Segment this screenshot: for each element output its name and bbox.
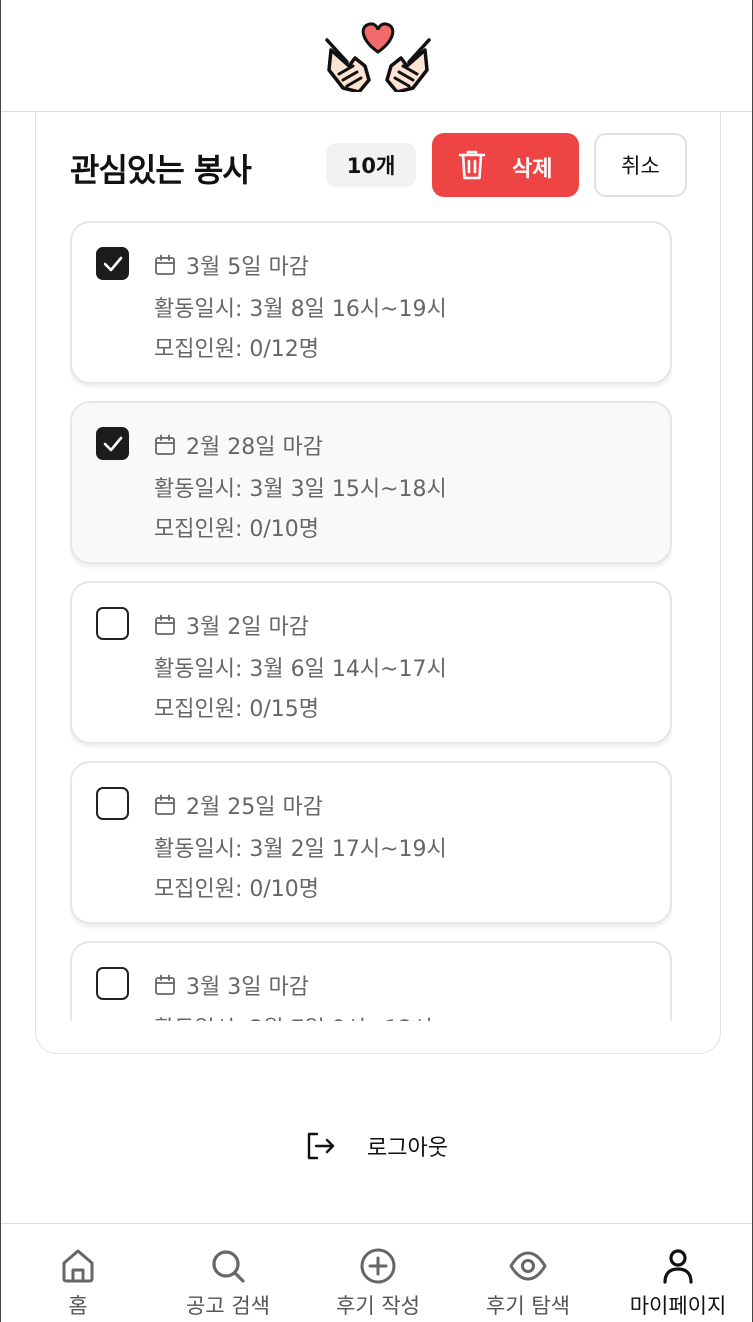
deadline-row: 2월 25일 마감 <box>154 789 323 821</box>
nav-label: 홈 <box>68 1294 88 1318</box>
deadline-text: 3월 5일 마감 <box>186 255 309 280</box>
nav-label: 후기 작성 <box>336 1294 420 1318</box>
nav-item-browse-reviews[interactable]: 후기 탐색 <box>453 1246 603 1320</box>
item-checkbox[interactable] <box>96 967 129 1000</box>
activity-date-text: 활동일시: 3월 2일 17시~19시 <box>154 837 447 862</box>
nav-item-mypage[interactable]: 마이페이지 <box>603 1246 752 1320</box>
recruit-count-text: 모집인원: 0/15명 <box>154 697 320 722</box>
list-item[interactable]: 3월 2일 마감 활동일시: 3월 6일 14시~17시 모집인원: 0/15명 <box>70 581 672 744</box>
count-badge: 10개 <box>326 143 416 187</box>
recruit-count-text: 모집인원: 0/12명 <box>154 337 320 362</box>
calendar-icon <box>155 434 175 455</box>
deadline-row: 3월 3일 마감 <box>154 969 309 1001</box>
item-checkbox[interactable] <box>96 247 129 280</box>
list-item[interactable]: 3월 5일 마감 활동일시: 3월 8일 16시~19시 모집인원: 0/12명 <box>70 221 672 384</box>
deadline-text: 2월 25일 마감 <box>186 795 323 820</box>
user-icon <box>663 1249 693 1284</box>
deadline-text: 2월 28일 마감 <box>186 435 323 460</box>
nav-label: 공고 검색 <box>186 1294 270 1318</box>
app-frame: 관심있는 봉사 10개 삭제 취소 3월 5일 마감 활동일시: 3월 8일 1… <box>0 0 753 1322</box>
check-icon <box>103 256 122 271</box>
delete-label: 삭제 <box>512 157 553 182</box>
nav-item-search[interactable]: 공고 검색 <box>153 1246 303 1320</box>
list-item[interactable]: 3월 3일 마감 활동일시: 3월 7일 9시~12시 <box>70 941 672 1021</box>
deadline-text: 3월 3일 마감 <box>186 975 309 1000</box>
list-item[interactable]: 2월 25일 마감 활동일시: 3월 2일 17시~19시 모집인원: 0/10… <box>70 761 672 924</box>
logout-button[interactable]: 로그아웃 <box>305 1128 448 1164</box>
nav-item-home[interactable]: 홈 <box>3 1246 153 1320</box>
deadline-text: 3월 2일 마감 <box>186 615 309 640</box>
logout-icon <box>307 1132 335 1160</box>
recruit-count-text: 모집인원: 0/10명 <box>154 877 320 902</box>
activity-date-text: 활동일시: 3월 3일 15시~18시 <box>154 477 447 502</box>
deadline-row: 3월 5일 마감 <box>154 249 309 281</box>
item-checkbox[interactable] <box>96 787 129 820</box>
search-icon <box>212 1250 245 1283</box>
activity-date-text: 활동일시: 3월 8일 16시~19시 <box>154 297 447 322</box>
logout-label: 로그아웃 <box>367 1136 448 1161</box>
check-icon <box>103 436 122 451</box>
recruit-count-text: 모집인원: 0/10명 <box>154 517 320 542</box>
item-checkbox[interactable] <box>96 607 129 640</box>
header <box>1 0 752 112</box>
activity-date-text: 활동일시: 3월 7일 9시~12시 <box>154 1011 433 1021</box>
calendar-icon <box>155 614 175 635</box>
trash-icon <box>458 150 486 180</box>
plus-circle-icon <box>360 1248 396 1284</box>
activity-date-text: 활동일시: 3월 6일 14시~17시 <box>154 657 447 682</box>
delete-button[interactable]: 삭제 <box>432 133 579 197</box>
hands-heart-logo-icon[interactable] <box>321 22 435 92</box>
eye-icon <box>509 1251 547 1281</box>
cancel-button[interactable]: 취소 <box>594 133 687 197</box>
calendar-icon <box>155 974 175 995</box>
item-checkbox[interactable] <box>96 427 129 460</box>
calendar-icon <box>155 254 175 275</box>
interest-list[interactable]: 3월 5일 마감 활동일시: 3월 8일 16시~19시 모집인원: 0/12명… <box>70 221 672 1021</box>
calendar-icon <box>155 794 175 815</box>
section-title: 관심있는 봉사 <box>70 151 252 189</box>
nav-label: 마이페이지 <box>629 1294 727 1318</box>
interested-volunteer-card: 관심있는 봉사 10개 삭제 취소 3월 5일 마감 활동일시: 3월 8일 1… <box>35 80 721 1054</box>
deadline-row: 2월 28일 마감 <box>154 429 323 461</box>
nav-label: 후기 탐색 <box>486 1294 570 1318</box>
home-icon <box>62 1249 94 1283</box>
list-item[interactable]: 2월 28일 마감 활동일시: 3월 3일 15시~18시 모집인원: 0/10… <box>70 401 672 564</box>
nav-item-write-review[interactable]: 후기 작성 <box>303 1246 453 1320</box>
bottom-nav: 홈 공고 검색 후기 작성 후기 탐색 마이페이지 <box>1 1223 752 1322</box>
deadline-row: 3월 2일 마감 <box>154 609 309 641</box>
